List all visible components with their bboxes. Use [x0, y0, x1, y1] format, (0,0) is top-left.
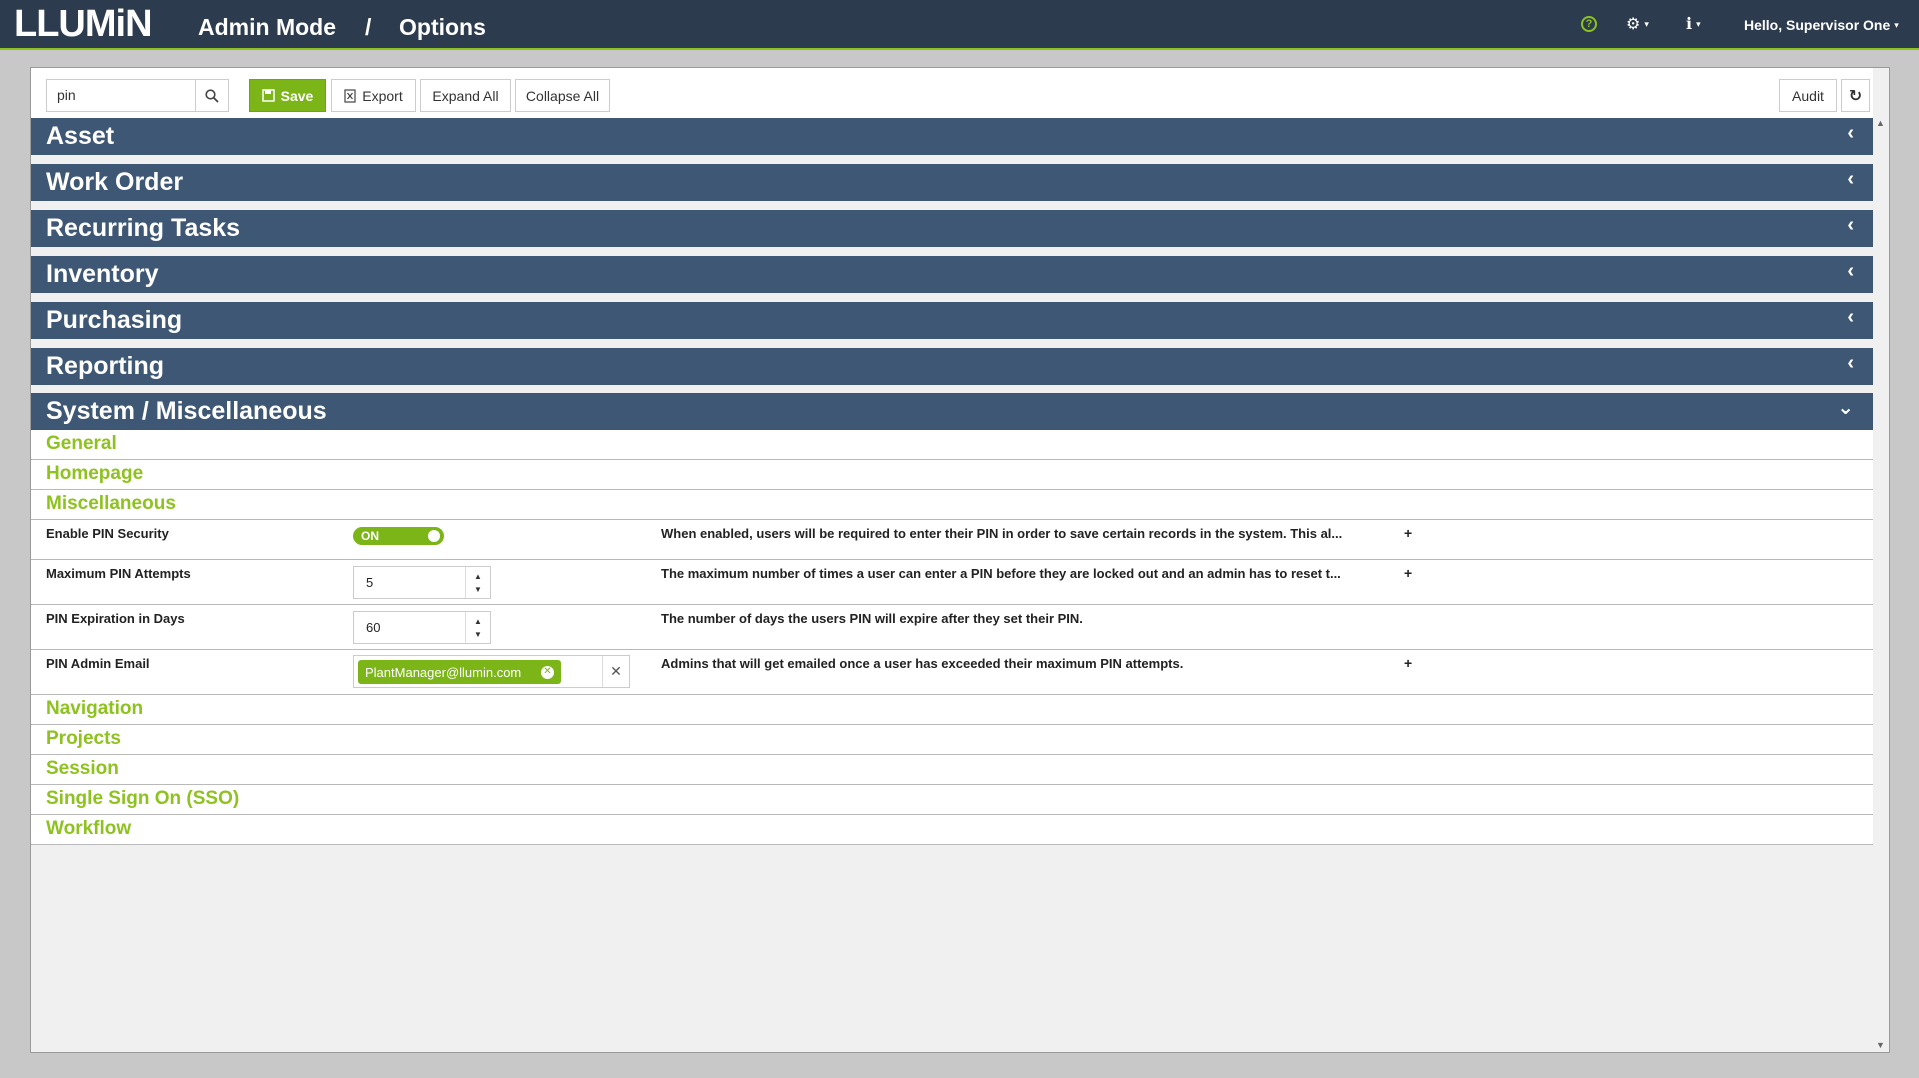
excel-file-icon — [344, 88, 356, 103]
section-asset[interactable]: Asset ‹ — [31, 118, 1874, 155]
option-description: Admins that will get emailed once a user… — [661, 656, 1184, 671]
option-label: PIN Admin Email — [46, 656, 150, 671]
info-menu[interactable]: ℹ ▾ — [1686, 14, 1701, 34]
section-title: System / Miscellaneous — [46, 397, 327, 425]
toolbar: pin Save Export Expand All Collapse All … — [31, 68, 1874, 118]
number-stepper[interactable]: ▲ ▼ — [465, 612, 490, 643]
section-title: Inventory — [46, 260, 159, 288]
expand-description-button[interactable]: + — [1404, 655, 1412, 671]
section-title: Purchasing — [46, 306, 183, 334]
remove-tag-icon[interactable]: ✕ — [541, 665, 554, 679]
expand-all-button[interactable]: Expand All — [420, 79, 511, 112]
subsection-session[interactable]: Session — [31, 755, 1874, 785]
section-title: Recurring Tasks — [46, 214, 241, 242]
chevron-left-icon: ‹ — [1847, 306, 1854, 328]
section-purchasing[interactable]: Purchasing ‹ — [31, 302, 1874, 339]
chevron-left-icon: ‹ — [1847, 352, 1854, 374]
caret-down-icon: ▾ — [1644, 18, 1649, 29]
email-tag: PlantManager@llumin.com ✕ — [358, 660, 561, 684]
breadcrumb-admin-mode[interactable]: Admin Mode — [198, 14, 336, 41]
section-recurring-tasks[interactable]: Recurring Tasks ‹ — [31, 210, 1874, 247]
chevron-left-icon: ‹ — [1847, 168, 1854, 190]
options-content[interactable]: pin Save Export Expand All Collapse All … — [31, 68, 1874, 1052]
search-button[interactable] — [196, 79, 229, 112]
section-title: Asset — [46, 122, 115, 150]
refresh-icon: ↻ — [1848, 87, 1863, 105]
subsection-workflow[interactable]: Workflow — [31, 815, 1874, 845]
refresh-button[interactable]: ↻ — [1841, 79, 1870, 112]
arrow-up-icon[interactable]: ▲ — [474, 572, 482, 581]
arrow-down-icon[interactable]: ▼ — [474, 630, 482, 639]
scroll-up-arrow-icon[interactable]: ▲ — [1876, 118, 1885, 128]
options-panel: pin Save Export Expand All Collapse All … — [30, 67, 1890, 1053]
number-stepper[interactable]: ▲ ▼ — [465, 567, 490, 598]
arrow-down-icon[interactable]: ▼ — [474, 585, 482, 594]
audit-button[interactable]: Audit — [1779, 79, 1837, 112]
clear-icon[interactable]: ✕ — [602, 656, 629, 687]
enable-pin-toggle[interactable]: ON — [353, 527, 444, 545]
option-row-maximum-pin-attempts: Maximum PIN Attempts 5 ▲ ▼ The maximum n… — [31, 560, 1874, 605]
collapse-all-button[interactable]: Collapse All — [515, 79, 610, 112]
export-button[interactable]: Export — [331, 79, 416, 112]
maximum-pin-attempts-input[interactable]: 5 ▲ ▼ — [353, 566, 491, 599]
top-nav-bar: LLUMiN Admin Mode / Options ? ⚙ ▾ ℹ ▾ He… — [0, 0, 1919, 50]
option-row-pin-expiration: PIN Expiration in Days 60 ▲ ▼ The number… — [31, 605, 1874, 650]
scroll-down-arrow-icon[interactable]: ▼ — [1876, 1040, 1885, 1050]
expand-description-button[interactable]: + — [1404, 525, 1412, 541]
subsection-homepage[interactable]: Homepage — [31, 460, 1874, 490]
chevron-down-icon: ⌄ — [1837, 397, 1854, 419]
expand-description-button[interactable]: + — [1404, 565, 1412, 581]
breadcrumb-options: Options — [399, 14, 486, 40]
subsection-single-sign-on[interactable]: Single Sign On (SSO) — [31, 785, 1874, 815]
email-tag-label: PlantManager@llumin.com — [365, 664, 522, 680]
chevron-left-icon: ‹ — [1847, 260, 1854, 282]
chevron-left-icon: ‹ — [1847, 214, 1854, 236]
gear-icon: ⚙ — [1626, 16, 1641, 33]
help-icon[interactable]: ? — [1581, 16, 1597, 32]
search-input[interactable]: pin — [46, 79, 196, 112]
option-label: Enable PIN Security — [46, 526, 169, 541]
settings-menu[interactable]: ⚙ ▾ — [1626, 14, 1649, 34]
pin-admin-email-input[interactable]: PlantManager@llumin.com ✕ ✕ — [353, 655, 630, 688]
vertical-scrollbar[interactable]: ▲ ▼ — [1873, 68, 1889, 1052]
section-reporting[interactable]: Reporting ‹ — [31, 348, 1874, 385]
toggle-state: ON — [361, 529, 379, 543]
option-row-enable-pin-security: Enable PIN Security ON When enabled, use… — [31, 520, 1874, 560]
user-menu[interactable]: Hello, Supervisor One ▾ — [1744, 17, 1899, 33]
arrow-up-icon[interactable]: ▲ — [474, 617, 482, 626]
input-value: 60 — [366, 620, 381, 635]
input-value: 5 — [366, 575, 374, 590]
subsection-projects[interactable]: Projects — [31, 725, 1874, 755]
subsection-general[interactable]: General — [31, 430, 1874, 460]
section-system-miscellaneous[interactable]: System / Miscellaneous ⌄ — [31, 393, 1874, 430]
subsection-miscellaneous[interactable]: Miscellaneous — [31, 490, 1874, 520]
section-inventory[interactable]: Inventory ‹ — [31, 256, 1874, 293]
subsection-navigation[interactable]: Navigation — [31, 695, 1874, 725]
save-label: Save — [280, 87, 314, 104]
user-greeting: Hello, Supervisor One — [1744, 17, 1891, 33]
chevron-left-icon: ‹ — [1847, 122, 1854, 144]
caret-down-icon: ▾ — [1894, 19, 1899, 30]
section-title: Work Order — [46, 168, 184, 196]
caret-down-icon: ▾ — [1696, 18, 1701, 29]
save-button[interactable]: Save — [249, 79, 326, 112]
save-icon — [261, 89, 275, 102]
option-description: The number of days the users PIN will ex… — [661, 611, 1083, 626]
option-label: Maximum PIN Attempts — [46, 566, 191, 581]
section-title: Reporting — [46, 352, 165, 380]
llumin-logo[interactable]: LLUMiN — [14, 4, 153, 44]
section-work-order[interactable]: Work Order ‹ — [31, 164, 1874, 201]
toggle-knob — [428, 530, 440, 542]
option-label: PIN Expiration in Days — [46, 611, 185, 626]
option-row-pin-admin-email: PIN Admin Email PlantManager@llumin.com … — [31, 650, 1874, 695]
option-description: The maximum number of times a user can e… — [661, 566, 1341, 581]
option-description: When enabled, users will be required to … — [661, 526, 1343, 541]
pin-expiration-days-input[interactable]: 60 ▲ ▼ — [353, 611, 491, 644]
search-icon — [205, 88, 219, 103]
info-icon: ℹ — [1686, 16, 1693, 33]
export-label: Export — [362, 87, 403, 104]
breadcrumb-separator: / — [365, 14, 372, 40]
